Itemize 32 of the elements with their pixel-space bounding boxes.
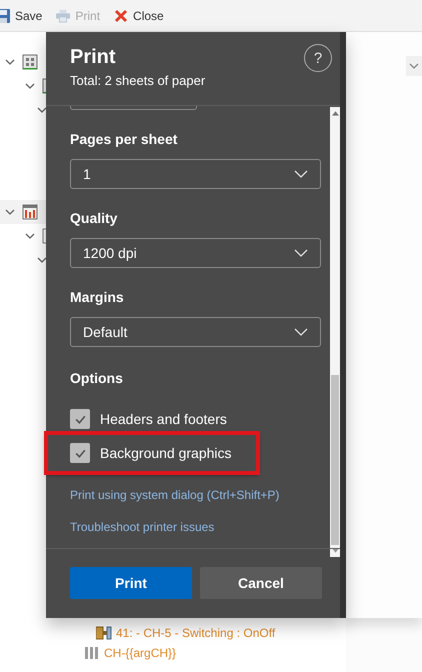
- dropdown-field[interactable]: 1200 dpi: [70, 238, 321, 268]
- section-heading: Options: [70, 370, 124, 386]
- scrollbar[interactable]: [330, 107, 340, 557]
- dialog-title: Print: [70, 46, 117, 69]
- print-button[interactable]: Print: [70, 567, 192, 599]
- channel-icon: [84, 645, 100, 661]
- checkbox[interactable]: [70, 409, 90, 429]
- scroll-down-icon[interactable]: [332, 548, 338, 554]
- link[interactable]: Print using system dialog (Ctrl+Shift+P): [70, 488, 330, 502]
- building-icon: [22, 54, 38, 70]
- sheet-count: Total: 2 sheets of paper: [70, 73, 206, 88]
- chevron-icon: [294, 328, 308, 336]
- checkbox-label: Headers and footers: [100, 411, 227, 427]
- setting-label: Pages per sheet: [70, 131, 178, 147]
- setting-label: Quality: [70, 210, 118, 226]
- cancel-button[interactable]: Cancel: [200, 567, 322, 599]
- toolbar-button[interactable]: Save: [0, 8, 42, 22]
- checkbox[interactable]: [70, 443, 90, 463]
- chevron-icon: [294, 170, 308, 178]
- close-icon: [114, 8, 128, 22]
- printer-icon: [56, 8, 70, 22]
- switch-icon: [96, 625, 112, 641]
- setting-label: Margins: [70, 289, 125, 305]
- checkbox-label: Background graphics: [100, 445, 232, 461]
- dropdown-field[interactable]: Default: [70, 317, 321, 347]
- toolbar-button[interactable]: Close: [114, 8, 164, 22]
- help-button[interactable]: ?: [304, 44, 332, 72]
- dropdown-field[interactable]: 1: [70, 159, 321, 189]
- scroll-up-icon[interactable]: [332, 110, 338, 116]
- bar-chart-icon: [22, 204, 38, 220]
- chevron-icon: [294, 249, 308, 257]
- link[interactable]: Troubleshoot printer issues: [70, 520, 330, 534]
